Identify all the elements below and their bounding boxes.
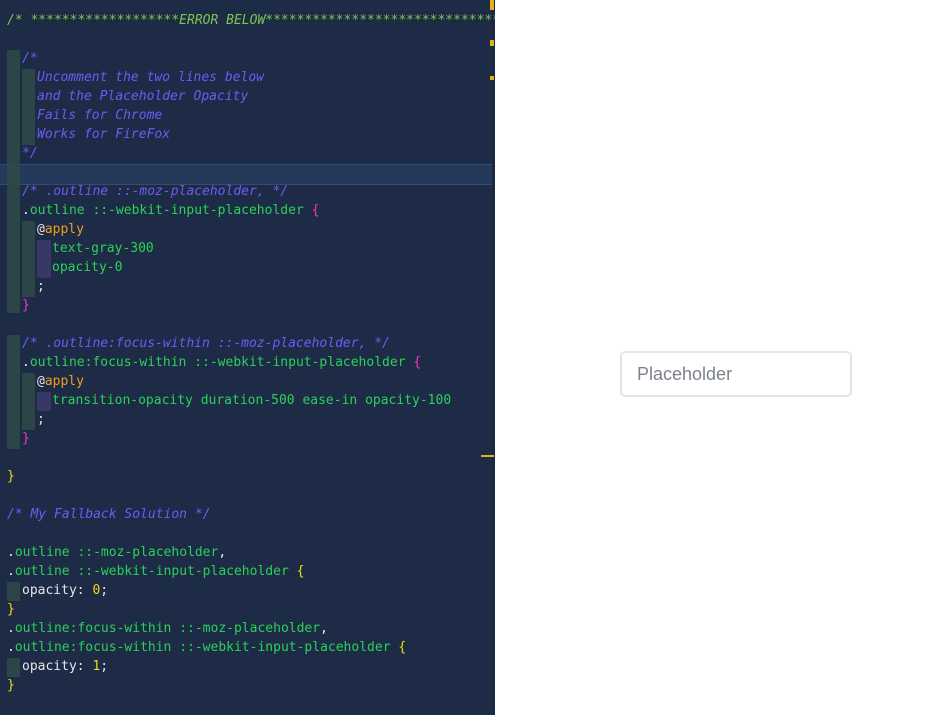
code-line: .outline ::-webkit-input-placeholder { <box>22 203 320 218</box>
code-line: } <box>7 469 15 484</box>
overview-marker <box>490 76 494 80</box>
code-line: /* My Fallback Solution */ <box>7 507 211 522</box>
code-line: /* .outline:focus-within ::-moz-placehol… <box>22 336 390 351</box>
overview-marker <box>481 455 494 457</box>
overview-marker <box>490 0 494 10</box>
code-line: Works for FireFox <box>37 127 171 142</box>
code-line: /* *******************ERROR BELOW*******… <box>7 13 495 28</box>
code-line: /* <box>22 51 38 66</box>
indent-guide <box>7 335 20 449</box>
code-line: Uncomment the two lines below <box>37 70 264 85</box>
code-line: } <box>7 602 15 617</box>
code-line: @apply <box>37 222 84 237</box>
placeholder-input[interactable] <box>620 351 852 397</box>
code-line: } <box>22 431 30 446</box>
indent-guide <box>37 240 51 278</box>
indent-guide <box>22 373 35 430</box>
code-line: opacity: 0; <box>22 583 109 598</box>
code-line: opacity-0 <box>52 260 123 275</box>
code-line: .outline ::-webkit-input-placeholder { <box>7 564 305 579</box>
preview-pane <box>495 0 940 715</box>
code-line: and the Placeholder Opacity <box>37 89 249 104</box>
indent-guide <box>7 50 20 313</box>
indent-guide <box>22 69 35 145</box>
code-line: opacity: 1; <box>22 659 109 674</box>
code-line: text-gray-300 <box>52 241 154 256</box>
indent-guide <box>7 658 20 677</box>
overview-marker <box>490 40 494 46</box>
code-line: */ <box>22 146 38 161</box>
indent-guide <box>37 392 51 411</box>
code-line: .outline ::-moz-placeholder, <box>7 545 227 560</box>
code-line: transition-opacity duration-500 ease-in … <box>52 393 452 408</box>
code-line: .outline:focus-within ::-webkit-input-pl… <box>22 355 422 370</box>
code-line: .outline:focus-within ::-webkit-input-pl… <box>7 640 407 655</box>
code-editor[interactable]: /* *******************ERROR BELOW*******… <box>0 0 495 715</box>
code-line: ; <box>37 279 45 294</box>
code-line: Fails for Chrome <box>37 108 163 123</box>
code-line: ; <box>37 412 45 427</box>
code-line: @apply <box>37 374 84 389</box>
indent-guide <box>22 221 35 297</box>
code-line: } <box>7 678 15 693</box>
indent-guide <box>7 582 20 601</box>
code-line: .outline:focus-within ::-moz-placeholder… <box>7 621 328 636</box>
code-line: } <box>22 298 30 313</box>
code-line: /* .outline ::-moz-placeholder, */ <box>22 184 289 199</box>
